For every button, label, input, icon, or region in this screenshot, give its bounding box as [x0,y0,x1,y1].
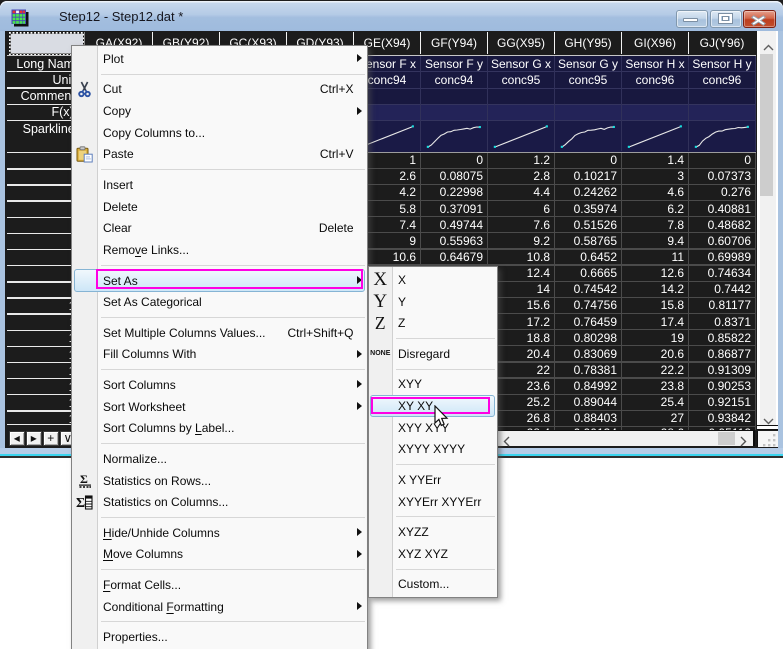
svg-text:Σ: Σ [76,496,85,511]
svg-text:Σ: Σ [80,472,88,486]
